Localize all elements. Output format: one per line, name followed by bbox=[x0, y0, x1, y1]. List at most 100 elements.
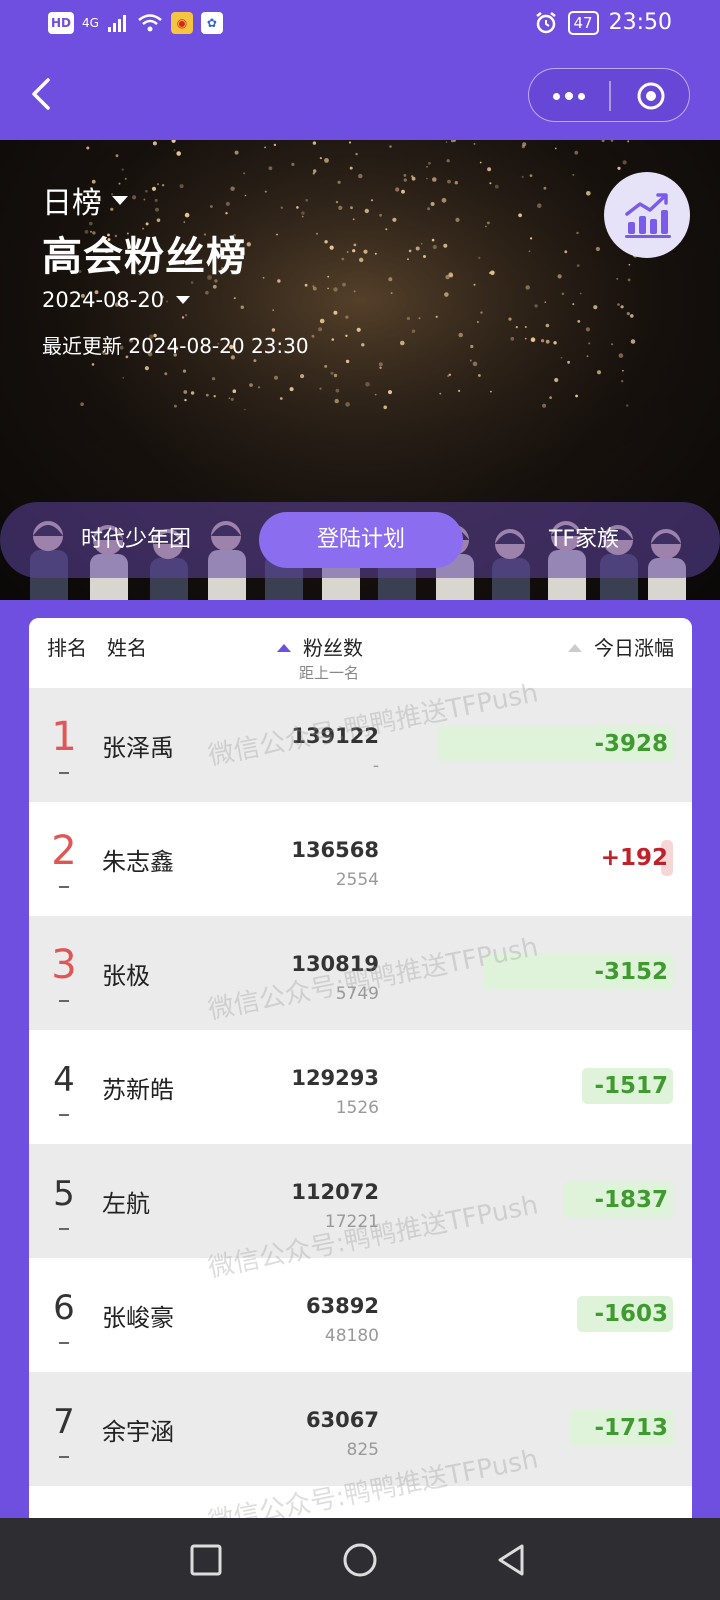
target-circle-icon bbox=[637, 82, 665, 110]
clock: 23:50 bbox=[608, 10, 672, 35]
stage-light-dot bbox=[122, 377, 125, 379]
stage-light-dot bbox=[319, 157, 322, 160]
stage-light-dot bbox=[232, 389, 237, 393]
header-change-sort[interactable]: 今日涨幅 bbox=[568, 632, 674, 661]
table-row[interactable]: 2 朱志鑫 136568 2554 +192 bbox=[29, 802, 692, 916]
stage-light-dot bbox=[494, 184, 499, 189]
gap-to-previous: 825 bbox=[346, 1440, 379, 1460]
stage-light-dot bbox=[349, 166, 353, 170]
stage-light-dot bbox=[630, 339, 636, 344]
stage-light-dot bbox=[628, 263, 631, 266]
table-row[interactable]: 3 张极 130819 5749 -3152 bbox=[29, 916, 692, 1030]
stage-light-dot bbox=[408, 249, 412, 253]
stage-light-dot bbox=[182, 369, 187, 373]
daily-change: +192 bbox=[600, 845, 668, 871]
table-row[interactable]: 1 张泽禹 139122 - -3928 bbox=[29, 688, 692, 802]
stage-light-dot bbox=[420, 242, 423, 245]
close-mini-program-button[interactable] bbox=[611, 69, 691, 123]
stage-light-dot bbox=[184, 398, 187, 402]
stage-light-dot bbox=[273, 143, 277, 147]
daily-change: -1603 bbox=[594, 1301, 668, 1327]
stage-light-dot bbox=[378, 362, 383, 367]
stage-light-dot bbox=[205, 393, 209, 397]
stage-light-dot bbox=[431, 238, 435, 242]
stage-light-dot bbox=[411, 329, 416, 333]
table-row[interactable]: 4 苏新皓 129293 1526 -1517 bbox=[29, 1030, 692, 1144]
stage-light-dot bbox=[341, 257, 345, 261]
member-name: 余宇涵 bbox=[102, 1418, 174, 1446]
stage-light-dot bbox=[423, 255, 426, 258]
stage-light-dot bbox=[335, 388, 340, 393]
stage-light-dot bbox=[228, 397, 231, 400]
stage-light-dot bbox=[458, 389, 461, 392]
more-dots-icon bbox=[553, 92, 560, 100]
stage-light-dot bbox=[530, 337, 536, 342]
stage-light-dot bbox=[428, 161, 431, 165]
stage-light-dot bbox=[333, 287, 338, 292]
table-row[interactable]: 7 余宇涵 63067 825 -1713 bbox=[29, 1372, 692, 1486]
stage-light-dot bbox=[365, 382, 370, 387]
tab-denglu-jihua[interactable]: 登陆计划 bbox=[259, 512, 463, 568]
rank-number: 4 bbox=[53, 1060, 75, 1100]
fan-count: 129293 bbox=[291, 1066, 379, 1090]
stage-light-dot bbox=[529, 174, 533, 177]
stage-light-dot bbox=[473, 142, 476, 145]
home-button[interactable] bbox=[338, 1538, 382, 1582]
stage-light-dot bbox=[549, 396, 552, 399]
stage-light-dot bbox=[244, 194, 247, 197]
rank-change-dash bbox=[59, 1342, 69, 1344]
tab-shidai-shaoniantuan[interactable]: 时代少年团 bbox=[40, 512, 232, 568]
stage-light-dot bbox=[205, 290, 209, 295]
table-row[interactable]: 6 张峻豪 63892 48180 -1603 bbox=[29, 1258, 692, 1372]
stage-light-dot bbox=[593, 305, 598, 310]
stage-light-dot bbox=[403, 178, 407, 182]
stage-light-dot bbox=[400, 340, 405, 346]
stage-light-dot bbox=[478, 256, 481, 260]
recent-apps-button[interactable] bbox=[184, 1538, 228, 1582]
stage-light-dot bbox=[312, 285, 315, 288]
stage-light-dot bbox=[385, 228, 388, 231]
period-selector[interactable]: 日榜 bbox=[42, 178, 128, 222]
stage-light-dot bbox=[586, 191, 591, 196]
table-row[interactable]: 5 左航 112072 17221 -1837 bbox=[29, 1144, 692, 1258]
stage-light-dot bbox=[312, 172, 315, 175]
stage-light-dot bbox=[86, 146, 90, 150]
stage-light-dot bbox=[353, 243, 357, 247]
date-selector[interactable]: 2024-08-20 bbox=[42, 288, 191, 312]
stage-light-dot bbox=[485, 225, 487, 228]
date-label: 2024-08-20 bbox=[42, 288, 165, 312]
stage-light-dot bbox=[567, 360, 570, 364]
stage-light-dot bbox=[443, 243, 448, 248]
back-nav-button[interactable] bbox=[490, 1538, 534, 1582]
stage-light-dot bbox=[304, 283, 308, 287]
stage-light-dot bbox=[469, 359, 472, 362]
caret-down-icon bbox=[176, 296, 191, 304]
more-button[interactable] bbox=[529, 69, 609, 123]
stage-light-dot bbox=[427, 207, 431, 211]
rank-change-dash bbox=[59, 886, 69, 888]
baidu-app-icon: ✿ bbox=[200, 12, 223, 34]
stage-light-dot bbox=[480, 311, 483, 314]
stage-light-dot bbox=[145, 190, 148, 193]
stage-light-dot bbox=[327, 287, 329, 290]
fan-count: 112072 bbox=[291, 1180, 379, 1204]
stage-light-dot bbox=[478, 374, 481, 377]
tab-tf-jiazu[interactable]: TF家族 bbox=[486, 512, 682, 568]
stage-light-dot bbox=[621, 380, 624, 383]
rank-number: 6 bbox=[53, 1288, 75, 1328]
stage-light-dot bbox=[230, 186, 235, 191]
network-4g-label: 4G bbox=[82, 16, 99, 30]
stage-light-dot bbox=[230, 397, 234, 401]
stage-light-dot bbox=[296, 206, 299, 209]
back-button[interactable] bbox=[26, 72, 62, 116]
table-row-partial[interactable] bbox=[29, 1486, 692, 1518]
triangle-back-icon bbox=[498, 1544, 524, 1576]
header-fans-sort[interactable]: 粉丝数 bbox=[277, 632, 363, 661]
stage-light-dot bbox=[572, 303, 575, 306]
gap-to-previous: 2554 bbox=[335, 870, 379, 890]
rank-change-dash bbox=[59, 1114, 69, 1116]
stage-light-dot bbox=[91, 363, 95, 366]
stage-light-dot bbox=[470, 344, 474, 349]
trend-chart-button[interactable] bbox=[604, 172, 690, 258]
stage-light-dot bbox=[586, 355, 589, 358]
